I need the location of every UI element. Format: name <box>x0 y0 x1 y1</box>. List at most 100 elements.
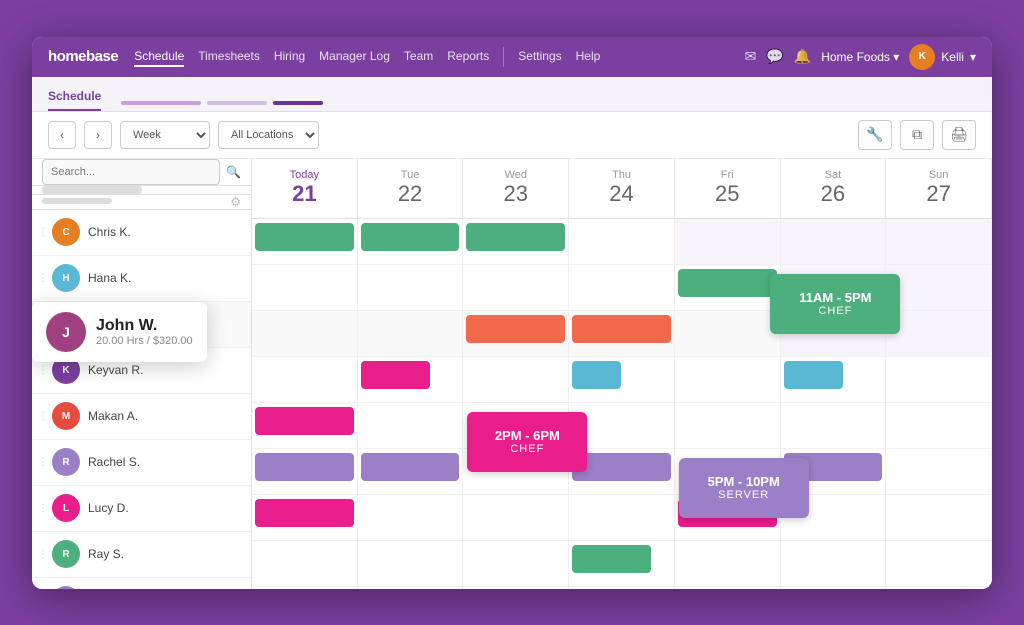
cell-keyvan-sat[interactable] <box>781 357 887 402</box>
cell-lucy-mon[interactable] <box>252 495 358 540</box>
company-selector[interactable]: Home Foods ▾ <box>821 50 899 64</box>
cell-rachel-sun[interactable] <box>886 449 992 494</box>
cell-john-sun[interactable] <box>886 311 992 356</box>
employee-row-rosie[interactable]: ⋮ R Rosie A. 25.00 Hrs / $300.00 <box>32 578 251 589</box>
nav-reports[interactable]: Reports <box>447 47 489 67</box>
cell-chris-sat[interactable] <box>781 219 887 264</box>
cell-chris-mon[interactable] <box>252 219 358 264</box>
cell-makan-sun[interactable] <box>886 403 992 448</box>
cell-ray-wed[interactable] <box>463 541 569 586</box>
drag-handle[interactable]: ⋮ <box>38 503 48 514</box>
cell-keyvan-fri[interactable] <box>675 357 781 402</box>
sub-tab-schedule[interactable]: Schedule <box>48 85 101 111</box>
nav-hiring[interactable]: Hiring <box>274 47 305 67</box>
cell-john-tue[interactable] <box>358 311 464 356</box>
cell-rosie-thu[interactable] <box>569 587 675 589</box>
employee-row-chris[interactable]: ⋮ C Chris K. <box>32 210 251 256</box>
cell-makan-fri[interactable] <box>675 403 781 448</box>
nav-schedule[interactable]: Schedule <box>134 47 184 67</box>
employee-search[interactable] <box>42 159 220 185</box>
shift-keyvan-sat[interactable] <box>784 361 843 389</box>
employee-row-rachel[interactable]: ⋮ R Rachel S. <box>32 440 251 486</box>
cell-chris-tue[interactable] <box>358 219 464 264</box>
shift-ray-thu[interactable] <box>572 545 651 573</box>
cell-chris-thu[interactable] <box>569 219 675 264</box>
cell-hana-sun[interactable] <box>886 265 992 310</box>
employee-row-lucy[interactable]: ⋮ L Lucy D. <box>32 486 251 532</box>
nav-team[interactable]: Team <box>404 47 433 67</box>
drag-handle[interactable]: ⋮ <box>38 273 48 284</box>
chat-icon[interactable]: 💬 <box>766 48 783 65</box>
cell-ray-fri[interactable] <box>675 541 781 586</box>
shift-keyvan-tue[interactable] <box>361 361 430 389</box>
drag-handle[interactable]: ⋮ <box>38 227 48 238</box>
cell-makan-tue[interactable] <box>358 403 464 448</box>
employee-row-ray[interactable]: ⋮ R Ray S. <box>32 532 251 578</box>
cell-keyvan-tue[interactable] <box>358 357 464 402</box>
cell-john-thu[interactable] <box>569 311 675 356</box>
employee-row-hana[interactable]: ⋮ H Hana K. <box>32 256 251 302</box>
copy-button[interactable]: ⧉ <box>900 120 934 150</box>
cell-rosie-sun[interactable] <box>886 587 992 589</box>
cell-hana-thu[interactable] <box>569 265 675 310</box>
shift-rachel-mon[interactable] <box>255 453 354 481</box>
cell-rosie-mon[interactable] <box>252 587 358 589</box>
drag-handle[interactable]: ⋮ <box>38 365 48 376</box>
cell-rosie-fri[interactable] <box>675 587 781 589</box>
view-select[interactable]: Week Day <box>120 121 210 149</box>
shift-john-wed[interactable] <box>466 315 565 343</box>
cell-hana-wed[interactable] <box>463 265 569 310</box>
cell-ray-sun[interactable] <box>886 541 992 586</box>
cell-lucy-tue[interactable] <box>358 495 464 540</box>
next-week-button[interactable]: › <box>84 121 112 149</box>
wrench-button[interactable]: 🔧 <box>858 120 892 150</box>
nav-manager-log[interactable]: Manager Log <box>319 47 390 67</box>
user-menu[interactable]: K Kelli ▾ <box>909 44 976 70</box>
nav-timesheets[interactable]: Timesheets <box>198 47 260 67</box>
shift-rachel-tue[interactable] <box>361 453 460 481</box>
cell-ray-tue[interactable] <box>358 541 464 586</box>
cell-makan-mon[interactable] <box>252 403 358 448</box>
cell-keyvan-wed[interactable] <box>463 357 569 402</box>
cell-chris-wed[interactable] <box>463 219 569 264</box>
cell-rachel-mon[interactable] <box>252 449 358 494</box>
shift-chris-mon[interactable] <box>255 223 354 251</box>
cell-hana-tue[interactable] <box>358 265 464 310</box>
drag-handle[interactable]: ⋮ <box>38 411 48 422</box>
cell-john-wed[interactable] <box>463 311 569 356</box>
cell-rosie-wed[interactable] <box>463 587 569 589</box>
shift-makan-mon[interactable] <box>255 407 354 435</box>
shift-john-thu[interactable] <box>572 315 671 343</box>
cell-keyvan-sun[interactable] <box>886 357 992 402</box>
cell-makan-sat[interactable] <box>781 403 887 448</box>
cell-lucy-sun[interactable] <box>886 495 992 540</box>
nav-help[interactable]: Help <box>576 47 601 67</box>
print-button[interactable]: 🖨 <box>942 120 976 150</box>
drag-handle[interactable]: ⋮ <box>38 549 48 560</box>
location-select[interactable]: All Locations <box>218 121 319 149</box>
cell-ray-thu[interactable] <box>569 541 675 586</box>
prev-week-button[interactable]: ‹ <box>48 121 76 149</box>
mail-icon[interactable]: ✉ <box>745 48 757 65</box>
cell-rosie-sat[interactable] <box>781 587 887 589</box>
cell-rachel-tue[interactable] <box>358 449 464 494</box>
shift-chris-tue[interactable] <box>361 223 460 251</box>
shift-chris-wed[interactable] <box>466 223 565 251</box>
shift-hana-fri[interactable] <box>678 269 777 297</box>
shift-keyvan-thu[interactable] <box>572 361 621 389</box>
cell-john-mon[interactable] <box>252 311 358 356</box>
shift-lucy-mon[interactable] <box>255 499 354 527</box>
cell-ray-mon[interactable] <box>252 541 358 586</box>
employee-row-makan[interactable]: ⋮ M Makan A. <box>32 394 251 440</box>
cell-rosie-tue[interactable] <box>358 587 464 589</box>
cell-hana-fri[interactable] <box>675 265 781 310</box>
cell-john-fri[interactable] <box>675 311 781 356</box>
cell-keyvan-mon[interactable] <box>252 357 358 402</box>
cell-hana-mon[interactable] <box>252 265 358 310</box>
cell-lucy-thu[interactable] <box>569 495 675 540</box>
column-settings-icon[interactable]: ⚙ <box>230 195 241 209</box>
bell-icon[interactable]: 🔔 <box>794 48 811 65</box>
cell-chris-fri[interactable] <box>675 219 781 264</box>
cell-lucy-wed[interactable] <box>463 495 569 540</box>
nav-settings[interactable]: Settings <box>518 47 561 67</box>
